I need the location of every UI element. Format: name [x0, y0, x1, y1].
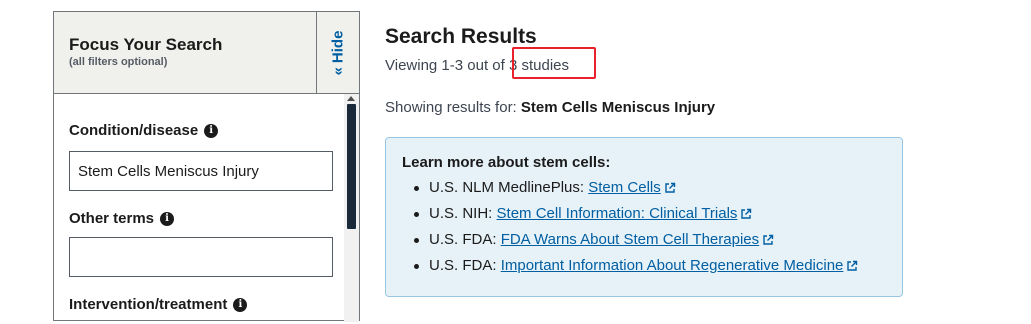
stem-cell-info-box: Learn more about stem cells: U.S. NLM Me…	[385, 137, 903, 297]
external-link-icon	[665, 182, 675, 193]
stem-cell-info-heading: Learn more about stem cells:	[402, 154, 611, 171]
hide-label: Hide	[329, 30, 347, 63]
other-terms-input[interactable]	[69, 237, 333, 277]
link-fda-warns[interactable]: FDA Warns About Stem Cell Therapies	[501, 231, 759, 248]
filter-panel-title: Focus Your Search	[69, 35, 223, 54]
scroll-thumb[interactable]	[347, 104, 356, 229]
condition-label: Condition/disease i	[69, 122, 219, 139]
link-regenerative-medicine[interactable]: Important Information About Regenerative…	[501, 257, 844, 274]
search-results-title: Search Results	[385, 25, 537, 48]
filter-panel-scrollbar[interactable]	[344, 94, 359, 322]
external-link-icon	[763, 234, 774, 245]
stem-cell-links-list: U.S. NLM MedlinePlus: Stem Cells U.S. NI…	[410, 179, 858, 283]
list-item: U.S. FDA: Important Information About Re…	[410, 257, 858, 283]
condition-input[interactable]	[69, 151, 333, 191]
list-item: U.S. FDA: FDA Warns About Stem Cell Ther…	[410, 231, 858, 257]
list-item: U.S. NIH: Stem Cell Information: Clinica…	[410, 205, 858, 231]
scroll-up-arrow-icon[interactable]	[347, 96, 355, 101]
info-icon[interactable]: i	[204, 123, 219, 138]
search-query: Stem Cells Meniscus Injury	[520, 99, 716, 116]
filter-panel-header: Focus Your Search (all filters optional)…	[54, 12, 359, 94]
info-icon[interactable]: i	[233, 297, 248, 312]
studies-count-highlight	[512, 47, 596, 79]
link-stem-cell-information[interactable]: Stem Cell Information: Clinical Trials	[497, 205, 738, 222]
showing-results-for: Showing results for: Stem Cells Meniscus…	[385, 99, 716, 116]
external-link-icon	[847, 260, 858, 271]
link-stem-cells[interactable]: Stem Cells	[588, 179, 661, 196]
external-link-icon	[741, 208, 752, 219]
chevron-double-left-icon: «	[329, 66, 347, 75]
filter-panel: Focus Your Search (all filters optional)…	[53, 11, 360, 324]
info-icon[interactable]: i	[160, 211, 175, 226]
hide-filters-button[interactable]: « Hide	[316, 12, 359, 93]
filter-panel-subtitle: (all filters optional)	[69, 56, 168, 68]
intervention-label: Intervention/treatment i	[69, 296, 248, 313]
other-terms-label: Other terms i	[69, 210, 175, 227]
filter-panel-body: Condition/disease i Other terms i Interv…	[54, 94, 344, 324]
list-item: U.S. NLM MedlinePlus: Stem Cells	[410, 179, 858, 205]
